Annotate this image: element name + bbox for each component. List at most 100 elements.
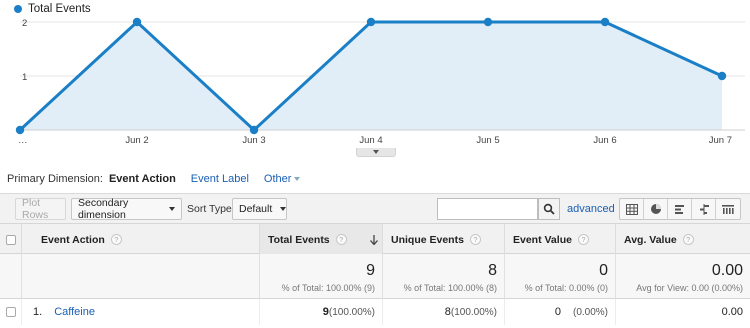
table-view-button[interactable]: [620, 199, 644, 219]
help-icon[interactable]: ?: [110, 234, 122, 245]
x-tick-label-3: Jun 4: [359, 135, 382, 146]
table-row: 1. Caffeine 9 (100.00%) 8 (100.00%) 0 (0…: [0, 299, 750, 325]
row-checkbox[interactable]: [5, 307, 16, 317]
row-avg-value-value: 0.00: [721, 306, 743, 318]
secondary-dimension-dropdown[interactable]: Secondary dimension: [71, 197, 182, 221]
table-search-input[interactable]: [437, 198, 538, 220]
totals-label-cell: [22, 254, 260, 299]
totals-avg-value: 0.00 Avg for View: 0.00 (0.00%): [616, 254, 750, 299]
column-event-action-label: Event Action: [41, 233, 105, 246]
caret-down-icon: [280, 207, 287, 211]
sort-type-dropdown[interactable]: Default: [232, 198, 287, 220]
search-icon: [543, 203, 555, 215]
totals-event-value-sub: % of Total: 0.00% (0): [524, 283, 608, 293]
data-point-0: [15, 125, 25, 135]
comparison-view-icon: [699, 203, 709, 215]
totals-unique-events: 8 % of Total: 100.00% (8): [383, 254, 505, 299]
row-unique-events-pct: (100.00%): [450, 306, 497, 318]
row-total-events-pct: (100.00%): [328, 306, 375, 318]
column-avg-value-label: Avg. Value: [624, 233, 677, 246]
column-event-value[interactable]: Event Value ?: [505, 224, 616, 255]
data-point-4: [483, 17, 493, 27]
totals-blank-cell: [0, 254, 22, 299]
comparison-view-button[interactable]: [692, 199, 716, 219]
dimension-other-label: Other: [263, 173, 292, 185]
pie-view-button[interactable]: [644, 199, 668, 219]
pivot-view-button[interactable]: [716, 199, 740, 219]
x-tick-label-4: Jun 5: [476, 135, 499, 146]
sort-type-value: Default: [239, 203, 273, 215]
row-unique-events-cell: 8 (100.00%): [383, 299, 505, 325]
x-tick-label-1: Jun 2: [125, 135, 148, 146]
chart-legend[interactable]: Total Events: [14, 2, 91, 16]
sort-descending-icon: [370, 234, 378, 245]
pivot-view-icon: [722, 204, 734, 214]
data-point-1: [132, 17, 142, 27]
chart-collapse-toggle[interactable]: [356, 148, 396, 157]
x-tick-label-5: Jun 6: [593, 135, 616, 146]
totals-avg-value-value: 0.00: [711, 262, 743, 279]
row-event-value-cell: 0 (0.00%): [505, 299, 616, 325]
legend-dot: [14, 5, 22, 13]
help-icon[interactable]: ?: [682, 234, 694, 245]
row-event-action-cell: 1. Caffeine: [22, 299, 260, 325]
row-avg-value-cell: 0.00: [616, 299, 750, 325]
table-header-row: Event Action ? Total Events ? Unique Eve…: [0, 223, 750, 255]
search-button[interactable]: [538, 198, 560, 220]
totals-total-events-value: 9: [366, 262, 375, 279]
table-view-icon: [625, 203, 638, 215]
data-point-2: [249, 125, 259, 135]
dimension-event-action: Event Action: [108, 173, 176, 185]
select-all-checkbox[interactable]: [5, 234, 16, 245]
legend-label: Total Events: [28, 3, 91, 15]
column-total-events-label: Total Events: [268, 233, 330, 246]
plot-rows-label: Plot Rows: [22, 197, 49, 221]
column-total-events[interactable]: Total Events ?: [260, 224, 383, 255]
x-tick-label-2: Jun 3: [242, 135, 265, 146]
totals-event-value-value: 0: [599, 262, 608, 279]
help-icon[interactable]: ?: [469, 234, 481, 245]
totals-unique-events-value: 8: [488, 262, 497, 279]
row-select-cell: [0, 299, 22, 325]
pie-view-icon: [650, 204, 661, 214]
column-unique-events[interactable]: Unique Events ?: [383, 224, 505, 255]
secondary-dimension-label: Secondary dimension: [78, 197, 129, 221]
row-event-value-value: 0: [554, 306, 561, 318]
x-tick-label-0: …: [18, 135, 28, 146]
events-chart: 1 2 … Jun 2 Jun 3 Jun 4 Jun 5 Jun 6 Jun 7 Total …: [0, 0, 750, 158]
help-icon[interactable]: ?: [335, 234, 347, 245]
advanced-filter-link[interactable]: advanced: [567, 203, 615, 215]
select-all-cell: [0, 224, 22, 255]
totals-avg-value-sub: Avg for View: 0.00 (0.00%): [636, 283, 743, 293]
row-event-action-link[interactable]: Caffeine: [54, 306, 95, 318]
totals-event-value: 0 % of Total: 0.00% (0): [505, 254, 616, 299]
column-event-action[interactable]: Event Action ?: [22, 224, 260, 255]
column-avg-value[interactable]: Avg. Value ?: [616, 224, 750, 255]
row-event-value-pct: (0.00%): [572, 306, 608, 318]
x-tick-label-6: Jun 7: [709, 135, 732, 146]
data-point-6: [717, 71, 727, 81]
performance-view-button[interactable]: [668, 199, 692, 219]
plot-rows-button[interactable]: Plot Rows: [15, 197, 66, 221]
totals-row: 9 % of Total: 100.00% (9) 8 % of Total: …: [0, 254, 750, 299]
caret-down-icon: [169, 207, 175, 211]
dimension-other-dropdown[interactable]: Other: [264, 173, 301, 185]
row-index: 1.: [33, 306, 43, 318]
dimension-event-label-link[interactable]: Event Label: [191, 173, 249, 185]
table-toolbar: Plot Rows Secondary dimension Sort Type:…: [0, 193, 750, 223]
performance-view-icon: [674, 204, 684, 214]
series-area: [20, 22, 722, 130]
sort-type-label: Sort Type:: [187, 203, 235, 215]
totals-unique-events-sub: % of Total: 100.00% (8): [403, 283, 497, 293]
totals-total-events: 9 % of Total: 100.00% (9): [260, 254, 383, 299]
chart-plot: 1 2 … Jun 2 Jun 3 Jun 4 Jun 5 Jun 6 Jun 7: [15, 17, 745, 146]
y-tick-label-2: 2: [22, 18, 27, 29]
chevron-down-icon: [373, 150, 379, 154]
primary-dimension-label: Primary Dimension:: [7, 173, 103, 185]
data-point-3: [366, 17, 376, 27]
y-tick-label-1: 1: [22, 72, 27, 83]
primary-dimension-bar: Primary Dimension: Event Action Event La…: [7, 171, 301, 187]
column-event-value-label: Event Value: [513, 233, 572, 246]
totals-total-events-sub: % of Total: 100.00% (9): [281, 283, 375, 293]
help-icon[interactable]: ?: [577, 234, 589, 245]
